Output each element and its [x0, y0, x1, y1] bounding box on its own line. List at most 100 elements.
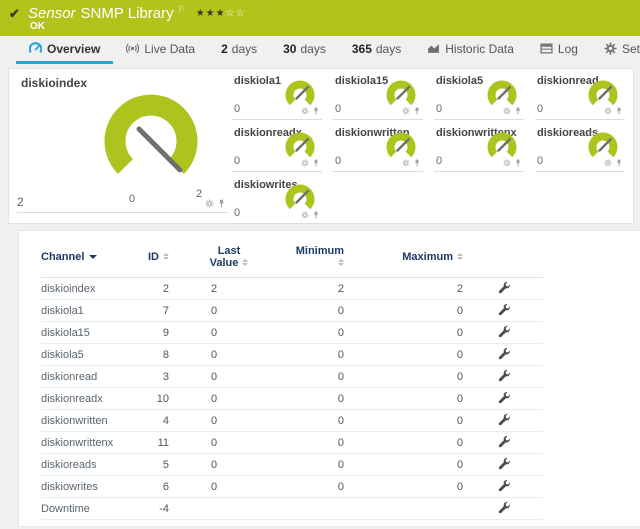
- channel-gauge-needle: [499, 139, 510, 150]
- column-header-last-value[interactable]: LastValue: [169, 243, 289, 278]
- channel-name-cell: diskionreadx: [41, 388, 133, 410]
- channel-settings-button[interactable]: [497, 347, 510, 360]
- channel-gear-icon[interactable]: [301, 159, 309, 167]
- channel-id-cell: 8: [133, 344, 169, 366]
- channel-maximum-cell: 0: [344, 410, 463, 432]
- gauge-cell-underline: [232, 119, 322, 120]
- channel-gear-icon[interactable]: [402, 159, 410, 167]
- channel-settings-button[interactable]: [497, 501, 510, 514]
- main-gauge-needle: [139, 129, 180, 170]
- channel-gauge-needle: [600, 139, 611, 150]
- channel-settings-button[interactable]: [497, 369, 510, 382]
- tab-settings[interactable]: Settings: [591, 36, 640, 64]
- column-header-minimum[interactable]: Minimum: [289, 243, 344, 278]
- channel-settings-button[interactable]: [497, 413, 510, 426]
- column-header-id[interactable]: ID: [133, 243, 169, 278]
- channel-gauge-cell[interactable]: diskioreads 0: [532, 121, 633, 173]
- channel-settings-button[interactable]: [497, 435, 510, 448]
- channel-settings-button[interactable]: [497, 457, 510, 470]
- channel-gear-icon[interactable]: [301, 211, 309, 219]
- channel-gear-icon[interactable]: [604, 159, 612, 167]
- channel-gauge-cell[interactable]: diskiola5 0: [431, 69, 532, 121]
- channel-settings-button[interactable]: [497, 391, 510, 404]
- pin-icon[interactable]: [312, 107, 320, 115]
- tab-365-days[interactable]: 365days: [339, 36, 414, 64]
- channel-minimum-cell: 0: [289, 388, 344, 410]
- main-gauge-dial: [93, 91, 209, 187]
- table-row[interactable]: diskiola1 7 0 0 0: [41, 300, 543, 322]
- gauge-cell-underline: [232, 223, 322, 224]
- table-row[interactable]: diskioreads 5 0 0 0: [41, 454, 543, 476]
- channel-gear-icon[interactable]: [604, 107, 612, 115]
- flag-icon[interactable]: ⚐: [178, 4, 186, 14]
- channel-name-cell: diskionwritten: [41, 410, 133, 432]
- channel-gear-icon[interactable]: [301, 107, 309, 115]
- channel-minimum-cell: 2: [289, 278, 344, 300]
- channel-gauge-needle: [297, 87, 308, 98]
- tab-log-label: Log: [558, 42, 578, 56]
- channel-last-value-cell: 0: [169, 410, 289, 432]
- stars-filled[interactable]: ★★★: [196, 8, 226, 19]
- channel-gauge-cell[interactable]: diskionwritten 0: [330, 121, 431, 173]
- main-gauge-value: 2: [17, 195, 24, 209]
- pin-icon[interactable]: [514, 107, 522, 115]
- channel-settings-button[interactable]: [497, 479, 510, 492]
- channel-gear-icon[interactable]: [402, 107, 410, 115]
- tab-log[interactable]: Log: [527, 36, 591, 64]
- channel-minimum-cell: 0: [289, 476, 344, 498]
- table-row[interactable]: diskionwritten 4 0 0 0: [41, 410, 543, 432]
- pin-icon[interactable]: [312, 211, 320, 219]
- main-gauge-cell[interactable]: diskioindex 0 2 2: [9, 69, 229, 223]
- pin-icon[interactable]: [217, 199, 226, 208]
- table-row[interactable]: diskionwrittenx 11 0 0 0: [41, 432, 543, 454]
- table-row[interactable]: diskionread 3 0 0 0: [41, 366, 543, 388]
- wrench-icon: [497, 325, 510, 338]
- channel-last-value-cell: 0: [169, 344, 289, 366]
- tab-30-days[interactable]: 30days: [270, 36, 339, 64]
- channel-id-cell: 6: [133, 476, 169, 498]
- channel-gauge-value: 0: [234, 155, 240, 167]
- channel-settings-button[interactable]: [497, 281, 510, 294]
- channel-gauge-cell[interactable]: diskionread 0: [532, 69, 633, 121]
- channel-gear-icon[interactable]: [503, 159, 511, 167]
- column-header-maximum[interactable]: Maximum: [344, 243, 463, 278]
- tab-2-days[interactable]: 2days: [208, 36, 270, 64]
- channel-name-cell: Downtime: [41, 498, 133, 520]
- channel-gear-icon[interactable]: [205, 199, 214, 208]
- table-row[interactable]: Downtime -4: [41, 498, 543, 520]
- table-row[interactable]: diskiola15 9 0 0 0: [41, 322, 543, 344]
- channel-gear-icon[interactable]: [503, 107, 511, 115]
- table-row[interactable]: diskionreadx 10 0 0 0: [41, 388, 543, 410]
- channel-gauge-cell[interactable]: diskionreadx 0: [229, 121, 330, 173]
- table-row[interactable]: diskioindex 2 2 2 2: [41, 278, 543, 300]
- pin-icon[interactable]: [312, 159, 320, 167]
- channel-gauge-cell[interactable]: diskiola15 0: [330, 69, 431, 121]
- column-header-channel[interactable]: Channel: [41, 243, 133, 278]
- channel-minimum-cell: 0: [289, 344, 344, 366]
- channel-last-value-cell: 0: [169, 322, 289, 344]
- channel-gauge-needle: [297, 139, 308, 150]
- pin-icon[interactable]: [615, 107, 623, 115]
- channel-gauge-cell[interactable]: diskionwrittenx 0: [431, 121, 532, 173]
- table-row[interactable]: diskiola5 8 0 0 0: [41, 344, 543, 366]
- channel-name-cell: diskiola15: [41, 322, 133, 344]
- sort-toggle-icon: [242, 259, 248, 266]
- pin-icon[interactable]: [413, 107, 421, 115]
- channel-settings-button[interactable]: [497, 325, 510, 338]
- pin-icon[interactable]: [413, 159, 421, 167]
- wrench-icon: [497, 303, 510, 316]
- pin-icon[interactable]: [615, 159, 623, 167]
- gauge-cell-underline: [434, 171, 524, 172]
- tab-overview[interactable]: Overview: [16, 36, 113, 64]
- tab-live-data[interactable]: Live Data: [113, 36, 208, 64]
- stars-empty[interactable]: ☆☆: [226, 8, 246, 19]
- star-rating[interactable]: ★★★☆☆: [196, 8, 246, 19]
- channel-gauge-cell[interactable]: diskiowrites 0: [229, 173, 330, 225]
- table-row[interactable]: diskiowrites 6 0 0 0: [41, 476, 543, 498]
- channel-id-cell: 11: [133, 432, 169, 454]
- channel-gauge-cell[interactable]: diskiola1 0: [229, 69, 330, 121]
- wrench-icon: [497, 369, 510, 382]
- tab-historic-data[interactable]: Historic Data: [414, 36, 527, 64]
- channel-settings-button[interactable]: [497, 303, 510, 316]
- pin-icon[interactable]: [514, 159, 522, 167]
